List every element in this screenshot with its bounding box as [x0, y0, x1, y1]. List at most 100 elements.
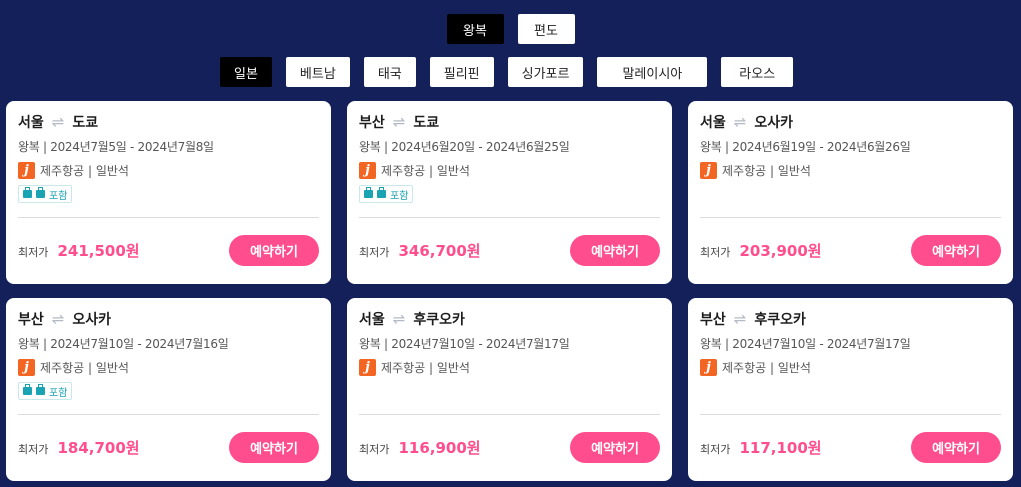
book-button[interactable]: 예약하기 — [570, 432, 660, 463]
jeju-air-logo-icon: j — [18, 161, 35, 179]
price-label: 최저가 — [18, 443, 49, 456]
divider — [359, 217, 660, 218]
airline-info: j 제주항공 | 일반석 — [18, 161, 319, 179]
swap-arrows-icon: ⇌ — [51, 310, 65, 328]
flight-card[interactable]: 서울 ⇌ 오사카 왕복 | 2024년6월19일 - 2024년6월26일 j … — [688, 101, 1013, 284]
book-button[interactable]: 예약하기 — [570, 235, 660, 266]
price-value: 116,900원 — [398, 439, 481, 457]
price-row: 최저가 116,900원 예약하기 — [359, 432, 660, 463]
origin-city: 서울 — [18, 115, 44, 131]
luggage-icon — [23, 384, 32, 395]
origin-city: 부산 — [18, 312, 44, 328]
price-label: 최저가 — [700, 246, 731, 259]
destination-city: 후쿠오카 — [754, 312, 806, 328]
airline-info: j 제주항공 | 일반석 — [700, 358, 1001, 376]
country-singapore[interactable]: 싱가포르 — [507, 57, 584, 87]
swap-arrows-icon: ⇌ — [733, 113, 747, 131]
baggage-label: 포함 — [49, 190, 68, 202]
baggage-label: 포함 — [49, 387, 68, 399]
trip-type-tabs: 왕복 편도 — [0, 14, 1021, 44]
baggage-badge: 포함 — [18, 185, 73, 203]
route: 부산 ⇌ 오사카 — [18, 310, 319, 328]
destination-city: 오사카 — [754, 115, 793, 131]
country-laos[interactable]: 라오스 — [721, 57, 794, 87]
flight-deal-grid: 서울 ⇌ 도쿄 왕복 | 2024년7월5일 - 2024년7월8일 j 제주항… — [6, 101, 1013, 481]
luggage-icon — [36, 384, 45, 395]
route: 부산 ⇌ 후쿠오카 — [700, 310, 1001, 328]
country-filter: 일본 베트남 태국 필리핀 싱가포르 말레이시아 라오스 — [220, 57, 794, 87]
trip-dates: 왕복 | 2024년6월20일 - 2024년6월25일 — [359, 140, 570, 154]
airline-info: j 제주항공 | 일반석 — [359, 161, 660, 179]
price-row: 최저가 241,500원 예약하기 — [18, 235, 319, 266]
baggage-label: 포함 — [390, 190, 409, 202]
divider — [18, 217, 319, 218]
price-label: 최저가 — [18, 246, 49, 259]
country-thailand[interactable]: 태국 — [363, 57, 416, 87]
flight-card[interactable]: 부산 ⇌ 후쿠오카 왕복 | 2024년7월10일 - 2024년7월17일 j… — [688, 298, 1013, 481]
luggage-icon — [36, 187, 45, 198]
price-label: 최저가 — [359, 443, 390, 456]
airline-seat-class: 제주항공 | 일반석 — [40, 163, 129, 178]
origin-city: 서울 — [700, 115, 726, 131]
price-row: 최저가 203,900원 예약하기 — [700, 235, 1001, 266]
swap-arrows-icon: ⇌ — [392, 310, 406, 328]
price-value: 203,900원 — [739, 242, 822, 260]
baggage-badge: 포함 — [359, 185, 414, 203]
airline-seat-class: 제주항공 | 일반석 — [381, 360, 470, 375]
baggage-badge: 포함 — [18, 382, 73, 400]
luggage-icon — [23, 187, 32, 198]
book-button[interactable]: 예약하기 — [229, 432, 319, 463]
flight-card[interactable]: 부산 ⇌ 오사카 왕복 | 2024년7월10일 - 2024년7월16일 j … — [6, 298, 331, 481]
route: 서울 ⇌ 오사카 — [700, 113, 1001, 131]
swap-arrows-icon: ⇌ — [51, 113, 65, 131]
jeju-air-logo-icon: j — [700, 358, 717, 376]
airline-info: j 제주항공 | 일반석 — [700, 161, 1001, 179]
route: 서울 ⇌ 후쿠오카 — [359, 310, 660, 328]
jeju-air-logo-icon: j — [18, 358, 35, 376]
price-value: 117,100원 — [739, 439, 822, 457]
origin-city: 부산 — [700, 312, 726, 328]
origin-city: 부산 — [359, 115, 385, 131]
price-row: 최저가 346,700원 예약하기 — [359, 235, 660, 266]
trip-dates: 왕복 | 2024년7월5일 - 2024년7월8일 — [18, 140, 214, 154]
tab-one-way[interactable]: 편도 — [517, 14, 575, 44]
route: 서울 ⇌ 도쿄 — [18, 113, 319, 131]
airline-seat-class: 제주항공 | 일반석 — [381, 163, 470, 178]
airline-seat-class: 제주항공 | 일반석 — [40, 360, 129, 375]
destination-city: 후쿠오카 — [413, 312, 465, 328]
divider — [359, 414, 660, 415]
flight-card[interactable]: 서울 ⇌ 도쿄 왕복 | 2024년7월5일 - 2024년7월8일 j 제주항… — [6, 101, 331, 284]
country-vietnam[interactable]: 베트남 — [285, 57, 350, 87]
trip-dates: 왕복 | 2024년7월10일 - 2024년7월17일 — [700, 337, 911, 351]
book-button[interactable]: 예약하기 — [911, 432, 1001, 463]
price-value: 184,700원 — [57, 439, 140, 457]
flight-card[interactable]: 부산 ⇌ 도쿄 왕복 | 2024년6월20일 - 2024년6월25일 j 제… — [347, 101, 672, 284]
swap-arrows-icon: ⇌ — [733, 310, 747, 328]
country-malaysia[interactable]: 말레이시아 — [597, 57, 708, 87]
trip-dates: 왕복 | 2024년6월19일 - 2024년6월26일 — [700, 140, 911, 154]
tab-round-trip[interactable]: 왕복 — [446, 14, 504, 44]
price-value: 346,700원 — [398, 242, 481, 260]
destination-city: 도쿄 — [72, 115, 99, 131]
country-japan[interactable]: 일본 — [220, 57, 272, 87]
price-row: 최저가 117,100원 예약하기 — [700, 432, 1001, 463]
price-row: 최저가 184,700원 예약하기 — [18, 432, 319, 463]
price-value: 241,500원 — [57, 242, 140, 260]
airline-info: j 제주항공 | 일반석 — [18, 358, 319, 376]
price-label: 최저가 — [700, 443, 731, 456]
flight-card[interactable]: 서울 ⇌ 후쿠오카 왕복 | 2024년7월10일 - 2024년7월17일 j… — [347, 298, 672, 481]
trip-dates: 왕복 | 2024년7월10일 - 2024년7월17일 — [359, 337, 570, 351]
airline-seat-class: 제주항공 | 일반석 — [722, 163, 811, 178]
destination-city: 도쿄 — [413, 115, 440, 131]
airline-info: j 제주항공 | 일반석 — [359, 358, 660, 376]
country-philippines[interactable]: 필리핀 — [429, 57, 494, 87]
price-label: 최저가 — [359, 246, 390, 259]
book-button[interactable]: 예약하기 — [911, 235, 1001, 266]
book-button[interactable]: 예약하기 — [229, 235, 319, 266]
luggage-icon — [377, 187, 386, 198]
divider — [18, 414, 319, 415]
origin-city: 서울 — [359, 312, 385, 328]
trip-dates: 왕복 | 2024년7월10일 - 2024년7월16일 — [18, 337, 229, 351]
jeju-air-logo-icon: j — [700, 161, 717, 179]
luggage-icon — [364, 187, 373, 198]
